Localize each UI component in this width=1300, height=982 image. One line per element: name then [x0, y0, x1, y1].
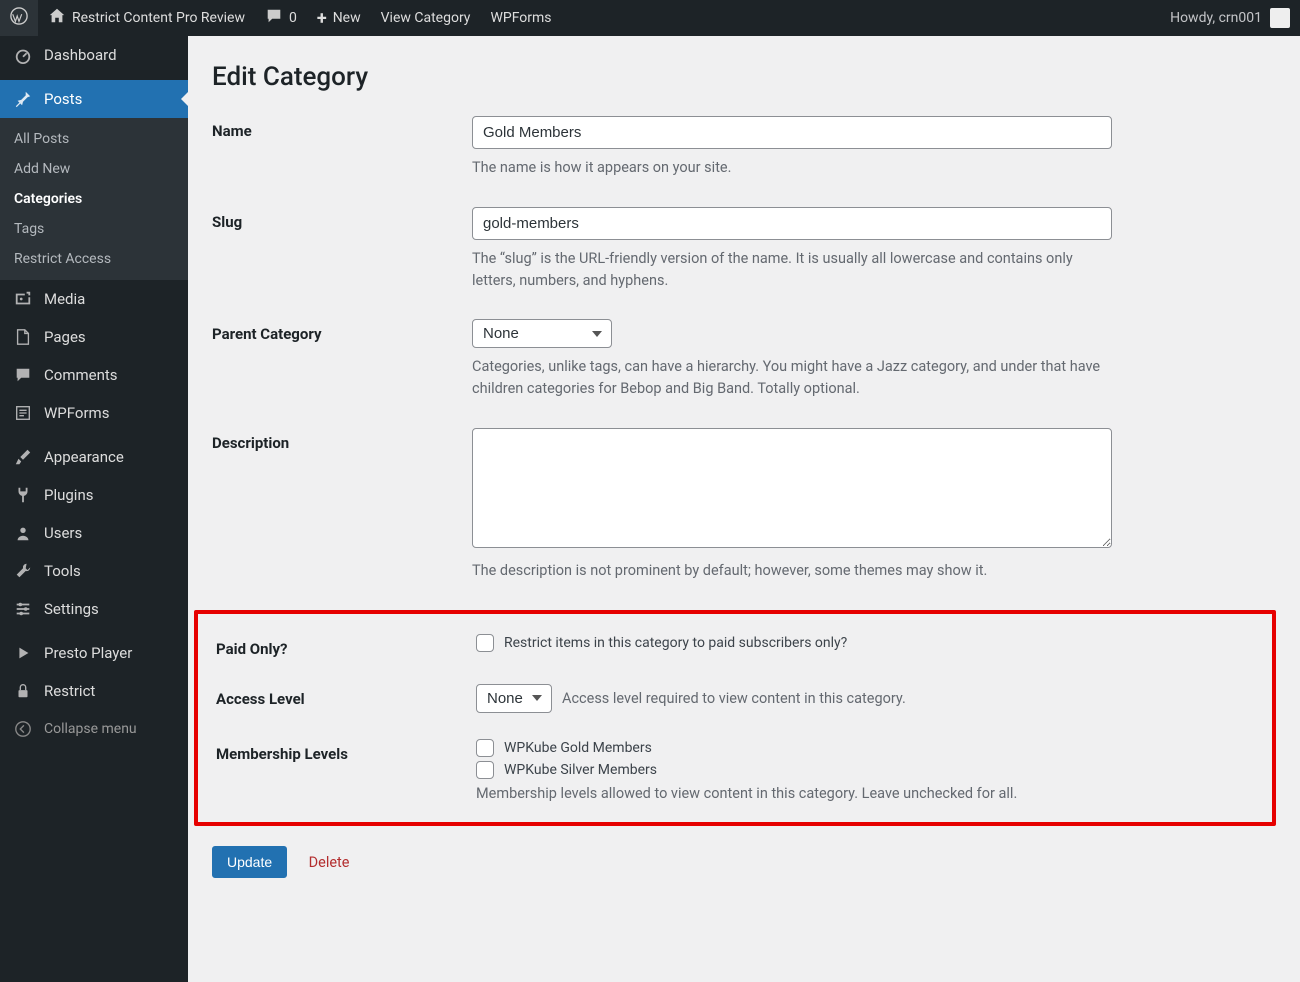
new-label: New	[333, 10, 361, 26]
menu-restrict-label: Restrict	[44, 682, 95, 700]
pin-icon	[12, 90, 34, 108]
plus-icon: +	[317, 8, 327, 29]
description-textarea[interactable]	[472, 428, 1112, 548]
brush-icon	[12, 448, 34, 466]
menu-posts-label: Posts	[44, 90, 82, 108]
view-label: View Category	[381, 10, 471, 26]
home-icon	[48, 7, 66, 29]
parent-select[interactable]: None	[472, 319, 612, 348]
wpforms-top-label: WPForms	[490, 10, 551, 26]
paid-only-label: Paid Only?	[216, 634, 476, 658]
dashboard-icon	[12, 46, 34, 64]
name-label: Name	[212, 116, 472, 140]
ml-gold-checkbox[interactable]	[476, 739, 494, 757]
menu-presto[interactable]: Presto Player	[0, 634, 188, 672]
submenu-tags[interactable]: Tags	[0, 214, 188, 244]
ml-silver-label: WPKube Silver Members	[504, 762, 657, 778]
wordpress-icon	[10, 7, 28, 29]
site-name-link[interactable]: Restrict Content Pro Review	[38, 0, 255, 36]
description-label: Description	[212, 428, 472, 452]
posts-submenu: All Posts Add New Categories Tags Restri…	[0, 118, 188, 280]
wp-logo[interactable]	[0, 0, 38, 36]
avatar	[1270, 8, 1290, 28]
menu-plugins-label: Plugins	[44, 486, 93, 504]
submenu-restrict-access[interactable]: Restrict Access	[0, 244, 188, 274]
plug-icon	[12, 486, 34, 504]
membership-levels-help: Membership levels allowed to view conten…	[476, 783, 1116, 805]
description-help: The description is not prominent by defa…	[472, 560, 1112, 582]
media-icon	[12, 290, 34, 308]
ml-silver-checkbox[interactable]	[476, 761, 494, 779]
menu-users[interactable]: Users	[0, 514, 188, 552]
menu-wpforms[interactable]: WPForms	[0, 394, 188, 432]
menu-tools[interactable]: Tools	[0, 552, 188, 590]
slug-label: Slug	[212, 207, 472, 231]
comments-link[interactable]: 0	[255, 0, 307, 36]
submenu-add-new[interactable]: Add New	[0, 154, 188, 184]
access-level-label: Access Level	[216, 684, 476, 708]
slug-help: The “slug” is the URL-friendly version o…	[472, 248, 1112, 292]
update-button[interactable]: Update	[212, 846, 287, 878]
menu-plugins[interactable]: Plugins	[0, 476, 188, 514]
menu-wpforms-label: WPForms	[44, 404, 109, 422]
menu-comments[interactable]: Comments	[0, 356, 188, 394]
lock-icon	[12, 682, 34, 700]
menu-tools-label: Tools	[44, 562, 81, 580]
parent-label: Parent Category	[212, 319, 472, 343]
user-greeting-link[interactable]: Howdy, crn001	[1160, 0, 1300, 36]
menu-settings[interactable]: Settings	[0, 590, 188, 628]
play-icon	[12, 644, 34, 662]
menu-media[interactable]: Media	[0, 280, 188, 318]
content-area: Edit Category Name The name is how it ap…	[188, 36, 1300, 982]
menu-pages-label: Pages	[44, 328, 86, 346]
menu-dashboard-label: Dashboard	[44, 46, 117, 64]
comments-icon	[12, 366, 34, 384]
view-category-link[interactable]: View Category	[371, 0, 481, 36]
paid-only-check-label: Restrict items in this category to paid …	[504, 635, 847, 651]
slug-input[interactable]	[472, 207, 1112, 240]
menu-comments-label: Comments	[44, 366, 118, 384]
menu-restrict[interactable]: Restrict	[0, 672, 188, 710]
submenu-categories[interactable]: Categories	[0, 184, 188, 214]
menu-dashboard[interactable]: Dashboard	[0, 36, 188, 74]
admin-sidebar: Dashboard Posts All Posts Add New Catego…	[0, 36, 188, 982]
restrict-settings-highlight: Paid Only? Restrict items in this catego…	[194, 610, 1276, 827]
menu-appearance-label: Appearance	[44, 448, 124, 466]
collapse-menu[interactable]: Collapse menu	[0, 710, 188, 748]
delete-link[interactable]: Delete	[309, 854, 350, 871]
menu-media-label: Media	[44, 290, 85, 308]
greeting-text: Howdy, crn001	[1170, 10, 1262, 26]
collapse-label: Collapse menu	[44, 721, 137, 737]
menu-appearance[interactable]: Appearance	[0, 438, 188, 476]
user-icon	[12, 524, 34, 542]
membership-levels-label: Membership Levels	[216, 739, 476, 763]
admin-bar: Restrict Content Pro Review 0 + New View…	[0, 0, 1300, 36]
menu-posts[interactable]: Posts	[0, 80, 188, 118]
menu-users-label: Users	[44, 524, 82, 542]
menu-settings-label: Settings	[44, 600, 99, 618]
page-title: Edit Category	[212, 62, 1276, 92]
menu-presto-label: Presto Player	[44, 644, 132, 662]
comments-count: 0	[289, 10, 297, 26]
name-help: The name is how it appears on your site.	[472, 157, 1112, 179]
sliders-icon	[12, 600, 34, 618]
name-input[interactable]	[472, 116, 1112, 149]
comment-icon	[265, 7, 283, 29]
form-icon	[12, 404, 34, 422]
access-level-help: Access level required to view content in…	[562, 690, 906, 707]
collapse-icon	[12, 720, 34, 738]
new-content-link[interactable]: + New	[307, 0, 371, 36]
parent-help: Categories, unlike tags, can have a hier…	[472, 356, 1112, 400]
submenu-all-posts[interactable]: All Posts	[0, 124, 188, 154]
wrench-icon	[12, 562, 34, 580]
paid-only-checkbox[interactable]	[476, 634, 494, 652]
page-icon	[12, 328, 34, 346]
access-level-select[interactable]: None	[476, 684, 552, 713]
menu-pages[interactable]: Pages	[0, 318, 188, 356]
site-name: Restrict Content Pro Review	[72, 10, 245, 26]
wpforms-link[interactable]: WPForms	[480, 0, 561, 36]
ml-gold-label: WPKube Gold Members	[504, 740, 652, 756]
